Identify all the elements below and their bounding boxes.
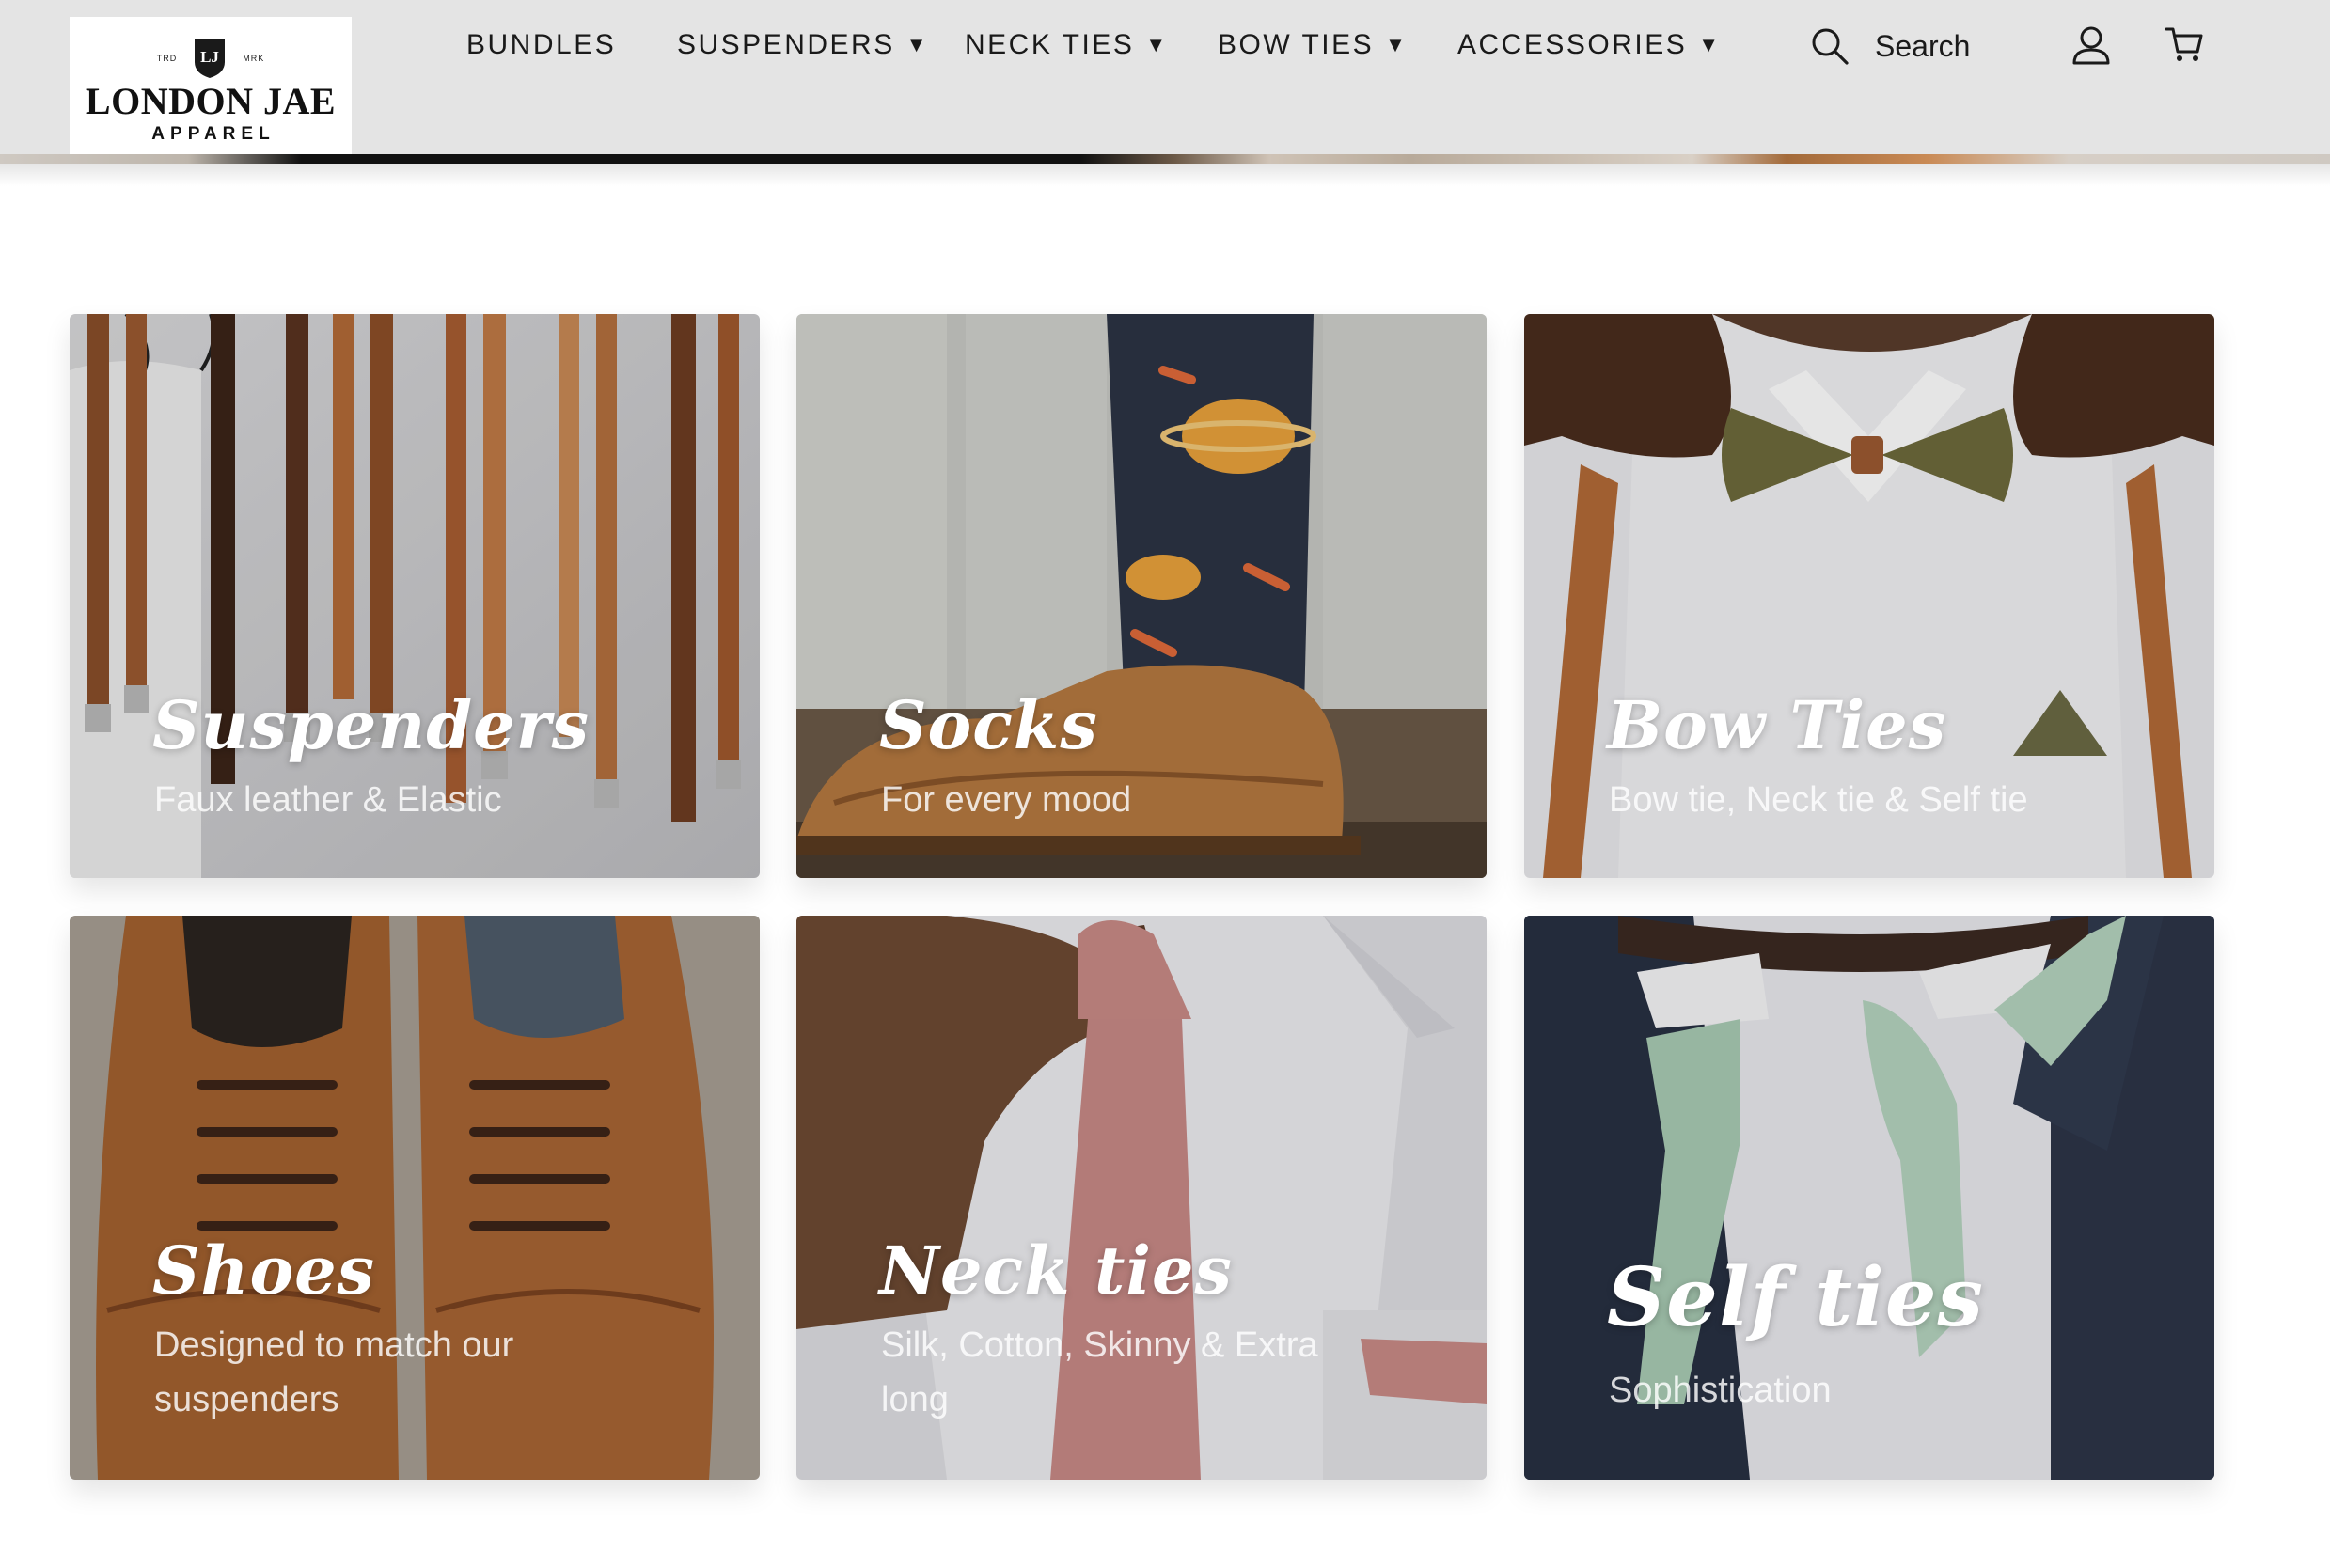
header-shadow (0, 164, 2330, 186)
brand-logo[interactable]: TRD LJ MRK LONDON JAE APPAREL (70, 17, 352, 154)
nav-bow-ties[interactable]: BOW TIES ▼ (1218, 26, 1406, 64)
card-subtitle: Bow tie, Neck tie & Self tie (1609, 780, 2028, 820)
site-header: TRD LJ MRK LONDON JAE APPAREL BUNDLES SU… (0, 0, 2330, 154)
category-card-shoes[interactable]: Shoes Designed to match our suspenders (70, 916, 760, 1480)
search-label: Search (1875, 28, 1971, 63)
logo-trademark-left: TRD (156, 54, 178, 63)
card-subtitle: For every mood (881, 780, 1132, 820)
category-card-socks[interactable]: Socks For every mood (796, 314, 1487, 878)
chevron-down-icon: ▼ (1698, 33, 1720, 56)
account-icon[interactable] (2070, 24, 2112, 66)
nav-neck-ties-label: NECK TIES (965, 29, 1135, 60)
nav-suspenders-label: SUSPENDERS (677, 29, 895, 60)
card-title: Shoes (152, 1231, 376, 1309)
hero-banner-edge (0, 154, 2330, 164)
brand-name: LONDON JAE (85, 80, 337, 122)
logo-trademark-right: MRK (243, 54, 265, 63)
category-card-bow-ties[interactable]: Bow Ties Bow tie, Neck tie & Self tie (1524, 314, 2214, 878)
card-title: Socks (879, 686, 1098, 764)
chevron-down-icon: ▼ (1385, 33, 1406, 56)
cart-icon[interactable] (2165, 24, 2204, 64)
category-card-suspenders[interactable]: Suspenders Faux leather & Elastic (70, 314, 760, 878)
nav-accessories[interactable]: ACCESSORIES ▼ (1457, 26, 1719, 64)
card-subtitle: Designed to match our suspenders (154, 1325, 514, 1419)
nav-bundles[interactable]: BUNDLES (466, 26, 616, 64)
search-button[interactable]: Search (1809, 24, 1970, 68)
brand-subtitle: APPAREL (151, 124, 276, 144)
nav-bow-ties-label: BOW TIES (1218, 29, 1375, 60)
nav-suspenders[interactable]: SUSPENDERS ▼ (677, 26, 927, 64)
svg-text:LJ: LJ (200, 48, 219, 66)
nav-accessories-label: ACCESSORIES (1457, 29, 1688, 60)
search-icon (1812, 28, 1849, 65)
card-title: Self ties (1607, 1250, 1984, 1345)
logo-shield-icon: LJ (195, 39, 226, 78)
card-subtitle: Silk, Cotton, Skinny & Extra long (881, 1325, 1318, 1419)
chevron-down-icon: ▼ (1145, 33, 1167, 56)
card-title: Neck ties (879, 1231, 1233, 1309)
card-subtitle: Faux leather & Elastic (154, 780, 502, 820)
nav-bundles-label: BUNDLES (466, 29, 617, 60)
category-card-neck-ties[interactable]: Neck ties Silk, Cotton, Skinny & Extra l… (796, 916, 1487, 1480)
card-subtitle: Sophistication (1609, 1371, 1832, 1410)
logo-mark: TRD LJ MRK (70, 38, 352, 79)
nav-neck-ties[interactable]: NECK TIES ▼ (965, 26, 1166, 64)
chevron-down-icon: ▼ (905, 33, 927, 56)
card-title: Suspenders (152, 686, 590, 764)
card-title: Bow Ties (1607, 686, 1947, 764)
category-card-self-ties[interactable]: Self ties Sophistication (1524, 916, 2214, 1480)
